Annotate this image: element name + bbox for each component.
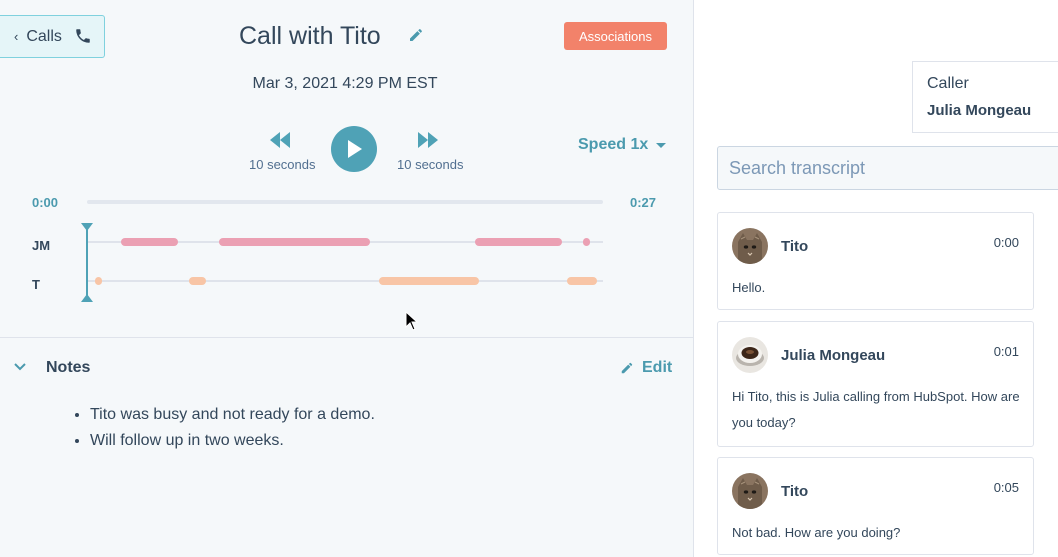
- speech-segment[interactable]: [95, 277, 102, 285]
- entry-time[interactable]: 0:05: [994, 480, 1019, 495]
- rewind-icon[interactable]: [268, 130, 292, 150]
- forward-label: 10 seconds: [397, 157, 464, 172]
- playhead-bottom-marker[interactable]: [81, 294, 93, 302]
- speech-segment[interactable]: [121, 238, 178, 246]
- chevron-down-icon[interactable]: [14, 362, 26, 372]
- time-start: 0:00: [32, 195, 59, 210]
- notes-edit-button[interactable]: Edit: [620, 359, 672, 377]
- cat-avatar-icon: [732, 473, 768, 509]
- back-to-calls-button[interactable]: ‹ Calls: [0, 15, 105, 58]
- transcript-entry[interactable]: Julia Mongeau 0:01 Hi Tito, this is Juli…: [717, 321, 1034, 447]
- speech-segment[interactable]: [475, 238, 563, 246]
- speech-segment[interactable]: [379, 277, 480, 285]
- caller-name: Julia Mongeau: [927, 102, 1032, 119]
- lane-label-t: T: [32, 277, 40, 292]
- speaker-name: Julia Mongeau: [781, 347, 886, 364]
- search-transcript-input[interactable]: [717, 146, 1058, 190]
- speech-segment[interactable]: [582, 238, 590, 246]
- lane-label-jm: JM: [32, 238, 51, 253]
- playhead[interactable]: [86, 223, 88, 300]
- transcript-entry[interactable]: Tito 0:05 Not bad. How are you doing?: [717, 457, 1034, 555]
- speech-segment[interactable]: [219, 238, 370, 246]
- caller-label: Caller: [927, 75, 969, 92]
- section-divider: [0, 337, 694, 338]
- speech-segment[interactable]: [566, 277, 597, 285]
- fast-forward-icon[interactable]: [416, 130, 440, 150]
- note-item: Will follow up in two weeks.: [90, 431, 375, 451]
- progress-scrubber[interactable]: [87, 200, 603, 204]
- entry-text: Hi Tito, this is Julia calling from HubS…: [732, 389, 1020, 430]
- speaker-lane-jm[interactable]: [87, 238, 603, 246]
- phone-icon: [76, 29, 90, 43]
- notes-list: Tito was busy and not ready for a demo. …: [90, 405, 375, 457]
- call-date: Mar 3, 2021 4:29 PM EST: [252, 75, 438, 92]
- note-item: Tito was busy and not ready for a demo.: [90, 405, 375, 425]
- pencil-icon[interactable]: [408, 27, 424, 43]
- entry-time[interactable]: 0:01: [994, 344, 1019, 359]
- speed-label: Speed 1x: [578, 136, 649, 153]
- speaker-name: Tito: [781, 483, 809, 500]
- avatar: [732, 473, 768, 509]
- entry-time[interactable]: 0:00: [994, 235, 1019, 250]
- chevron-left-icon: ‹: [14, 29, 19, 44]
- call-title: Call with Tito: [239, 22, 381, 50]
- play-button[interactable]: [331, 126, 377, 172]
- pencil-icon: [621, 362, 633, 374]
- rewind-label: 10 seconds: [249, 157, 316, 172]
- caret-down-icon: [656, 142, 667, 148]
- transcript-entry[interactable]: Tito 0:00 Hello.: [717, 212, 1034, 310]
- avatar: [732, 228, 768, 264]
- avatar: [732, 337, 768, 373]
- speaker-lane-t[interactable]: [87, 277, 603, 285]
- time-end: 0:27: [630, 195, 657, 210]
- playhead-top-marker[interactable]: [81, 223, 93, 231]
- transcript-panel: Caller Julia Mongeau Tito 0:00 Hello.: [695, 0, 1058, 557]
- caller-card: Caller Julia Mongeau: [912, 61, 1058, 133]
- play-icon: [348, 140, 362, 158]
- call-player-panel: ‹ Calls Call with Tito Associations Mar …: [0, 0, 694, 557]
- speed-dropdown[interactable]: Speed 1x: [578, 136, 667, 154]
- edit-label: Edit: [642, 359, 673, 376]
- coffee-avatar-icon: [732, 337, 768, 373]
- cat-avatar-icon: [732, 228, 768, 264]
- back-label: Calls: [26, 27, 62, 45]
- entry-text: Hello.: [732, 280, 766, 295]
- associations-button[interactable]: Associations: [564, 22, 667, 50]
- speech-segment[interactable]: [189, 277, 207, 285]
- entry-text: Not bad. How are you doing?: [732, 525, 901, 540]
- speaker-name: Tito: [781, 238, 809, 255]
- notes-title: Notes: [46, 359, 91, 376]
- mouse-cursor-icon: [405, 311, 419, 331]
